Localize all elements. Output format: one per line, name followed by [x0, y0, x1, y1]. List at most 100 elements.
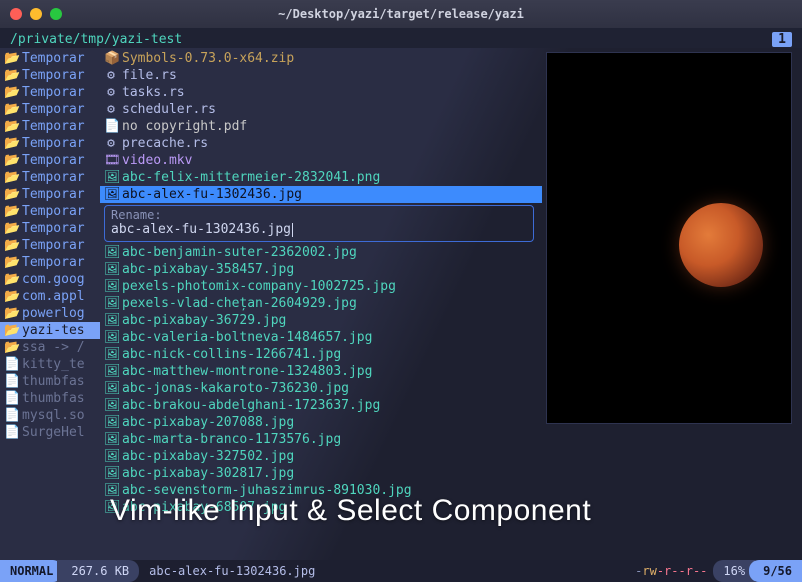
- image-icon: 🖼: [104, 363, 118, 380]
- minimize-icon[interactable]: [30, 8, 42, 20]
- parent-item[interactable]: 📂Temporar: [0, 50, 100, 67]
- file-item[interactable]: 🖼abc-brakou-abdelghani-1723637.jpg: [100, 397, 542, 414]
- file-item-label: abc-sevenstorm-juhaszimrus-891030.jpg: [122, 482, 412, 499]
- parent-item[interactable]: 📂com.goog: [0, 271, 100, 288]
- parent-item[interactable]: 📄mysql.so: [0, 407, 100, 424]
- image-icon: 🖼: [104, 278, 118, 295]
- close-icon[interactable]: [10, 8, 22, 20]
- file-item-label: pexels-photomix-company-1002725.jpg: [122, 278, 396, 295]
- parent-item[interactable]: 📂Temporar: [0, 169, 100, 186]
- parent-item-label: thumbfas: [22, 373, 85, 390]
- file-item[interactable]: 🖼abc-marta-branco-1173576.jpg: [100, 431, 542, 448]
- code-icon: ⚙: [104, 67, 118, 84]
- rename-input[interactable]: abc-alex-fu-1302436.jpg: [111, 222, 527, 237]
- file-item[interactable]: 📄no copyright.pdf: [100, 118, 542, 135]
- file-item[interactable]: 🖼abc-pixabay-207088.jpg: [100, 414, 542, 431]
- parent-item[interactable]: 📂Temporar: [0, 186, 100, 203]
- zoom-icon[interactable]: [50, 8, 62, 20]
- file-item[interactable]: 🖼abc-sevenstorm-juhaszimrus-891030.jpg: [100, 482, 542, 499]
- file-item[interactable]: 🖼abc-jonas-kakaroto-736230.jpg: [100, 380, 542, 397]
- parent-item[interactable]: 📂Temporar: [0, 152, 100, 169]
- parent-item[interactable]: 📂Temporar: [0, 101, 100, 118]
- image-icon: 🖼: [104, 169, 118, 186]
- folder-icon: 📂: [4, 50, 18, 67]
- parent-item[interactable]: 📄thumbfas: [0, 390, 100, 407]
- file-item[interactable]: ⚙precache.rs: [100, 135, 542, 152]
- parent-item[interactable]: 📂powerlog: [0, 305, 100, 322]
- file-item[interactable]: 🖼abc-felix-mittermeier-2832041.png: [100, 169, 542, 186]
- parent-item[interactable]: 📂Temporar: [0, 118, 100, 135]
- rename-input-box[interactable]: Rename:abc-alex-fu-1302436.jpg: [104, 205, 534, 242]
- folder-icon: 📂: [4, 101, 18, 118]
- main-area: 📂Temporar📂Temporar📂Temporar📂Temporar📂Tem…: [0, 48, 802, 560]
- file-item[interactable]: 📦Symbols-0.73.0-x64.zip: [100, 50, 542, 67]
- image-icon: 🖼: [104, 431, 118, 448]
- file-item[interactable]: 🖼abc-alex-fu-1302436.jpg: [100, 186, 542, 203]
- parent-item[interactable]: 📄kitty_te: [0, 356, 100, 373]
- traffic-lights: [10, 8, 62, 20]
- folder-icon: 📂: [4, 220, 18, 237]
- file-item[interactable]: 🖼abc-pixabay-36729.jpg: [100, 312, 542, 329]
- parent-column[interactable]: 📂Temporar📂Temporar📂Temporar📂Temporar📂Tem…: [0, 48, 100, 560]
- parent-item[interactable]: 📂ssa -> /: [0, 339, 100, 356]
- image-icon: 🖼: [104, 465, 118, 482]
- status-permissions: -rw-r--r--: [625, 560, 713, 582]
- file-item-label: pexels-vlad-chețan-2604929.jpg: [122, 295, 357, 312]
- parent-item[interactable]: 📂Temporar: [0, 135, 100, 152]
- file-item[interactable]: 🖼abc-nick-collins-1266741.jpg: [100, 346, 542, 363]
- parent-item[interactable]: 📂Temporar: [0, 67, 100, 84]
- file-item-label: file.rs: [122, 67, 177, 84]
- file-icon: 📄: [4, 407, 18, 424]
- parent-item-label: Temporar: [22, 101, 85, 118]
- file-item-label: abc-valeria-boltneva-1484657.jpg: [122, 329, 372, 346]
- parent-item-label: Temporar: [22, 203, 85, 220]
- parent-item[interactable]: 📄SurgeHel: [0, 424, 100, 441]
- parent-item[interactable]: 📂yazi-tes: [0, 322, 100, 339]
- file-item[interactable]: 🖼abc-pixabay-327502.jpg: [100, 448, 542, 465]
- tab-indicator[interactable]: 1: [772, 32, 792, 47]
- parent-item[interactable]: 📂Temporar: [0, 237, 100, 254]
- file-item[interactable]: 🖼abc-valeria-boltneva-1484657.jpg: [100, 329, 542, 346]
- archive-icon: 📦: [104, 50, 118, 67]
- image-icon: 🖼: [104, 414, 118, 431]
- file-item[interactable]: 🖼abc-pixabay-68507.jpg: [100, 499, 542, 516]
- file-item-label: abc-benjamin-suter-2362002.jpg: [122, 244, 357, 261]
- file-item[interactable]: ⚙tasks.rs: [100, 84, 542, 101]
- file-item-label: abc-pixabay-68507.jpg: [122, 499, 286, 516]
- parent-item-label: Temporar: [22, 186, 85, 203]
- file-item-label: tasks.rs: [122, 84, 185, 101]
- file-item[interactable]: 🖼abc-matthew-montrone-1324803.jpg: [100, 363, 542, 380]
- status-filename: abc-alex-fu-1302436.jpg: [139, 560, 325, 582]
- media-icon: 🎞: [104, 152, 118, 169]
- image-icon: 🖼: [104, 186, 118, 203]
- file-icon: 📂: [4, 339, 18, 356]
- parent-item[interactable]: 📄thumbfas: [0, 373, 100, 390]
- file-item[interactable]: 🖼abc-benjamin-suter-2362002.jpg: [100, 244, 542, 261]
- file-item-label: abc-felix-mittermeier-2832041.png: [122, 169, 380, 186]
- file-item[interactable]: 🎞video.mkv: [100, 152, 542, 169]
- file-item[interactable]: 🖼abc-pixabay-302817.jpg: [100, 465, 542, 482]
- status-size: 267.6 KB: [57, 560, 139, 582]
- file-item[interactable]: 🖼abc-pixabay-358457.jpg: [100, 261, 542, 278]
- file-item[interactable]: 🖼pexels-vlad-chețan-2604929.jpg: [100, 295, 542, 312]
- file-icon: 📄: [4, 356, 18, 373]
- file-item-label: abc-pixabay-36729.jpg: [122, 312, 286, 329]
- parent-item[interactable]: 📂Temporar: [0, 220, 100, 237]
- window-title: ~/Desktop/yazi/target/release/yazi: [0, 7, 802, 21]
- file-item[interactable]: ⚙scheduler.rs: [100, 101, 542, 118]
- parent-item[interactable]: 📂com.appl: [0, 288, 100, 305]
- parent-item[interactable]: 📂Temporar: [0, 84, 100, 101]
- file-item-label: abc-pixabay-358457.jpg: [122, 261, 294, 278]
- parent-item-label: kitty_te: [22, 356, 85, 373]
- parent-item-label: Temporar: [22, 220, 85, 237]
- file-item[interactable]: 🖼pexels-photomix-company-1002725.jpg: [100, 278, 542, 295]
- file-item-label: abc-pixabay-327502.jpg: [122, 448, 294, 465]
- folder-icon: 📂: [4, 254, 18, 271]
- rename-label: Rename:: [111, 208, 527, 222]
- file-item[interactable]: ⚙file.rs: [100, 67, 542, 84]
- parent-item[interactable]: 📂Temporar: [0, 254, 100, 271]
- parent-item[interactable]: 📂Temporar: [0, 203, 100, 220]
- parent-item-label: Temporar: [22, 84, 85, 101]
- parent-item-label: Temporar: [22, 237, 85, 254]
- files-column[interactable]: 📦Symbols-0.73.0-x64.zip⚙file.rs⚙tasks.rs…: [100, 48, 542, 560]
